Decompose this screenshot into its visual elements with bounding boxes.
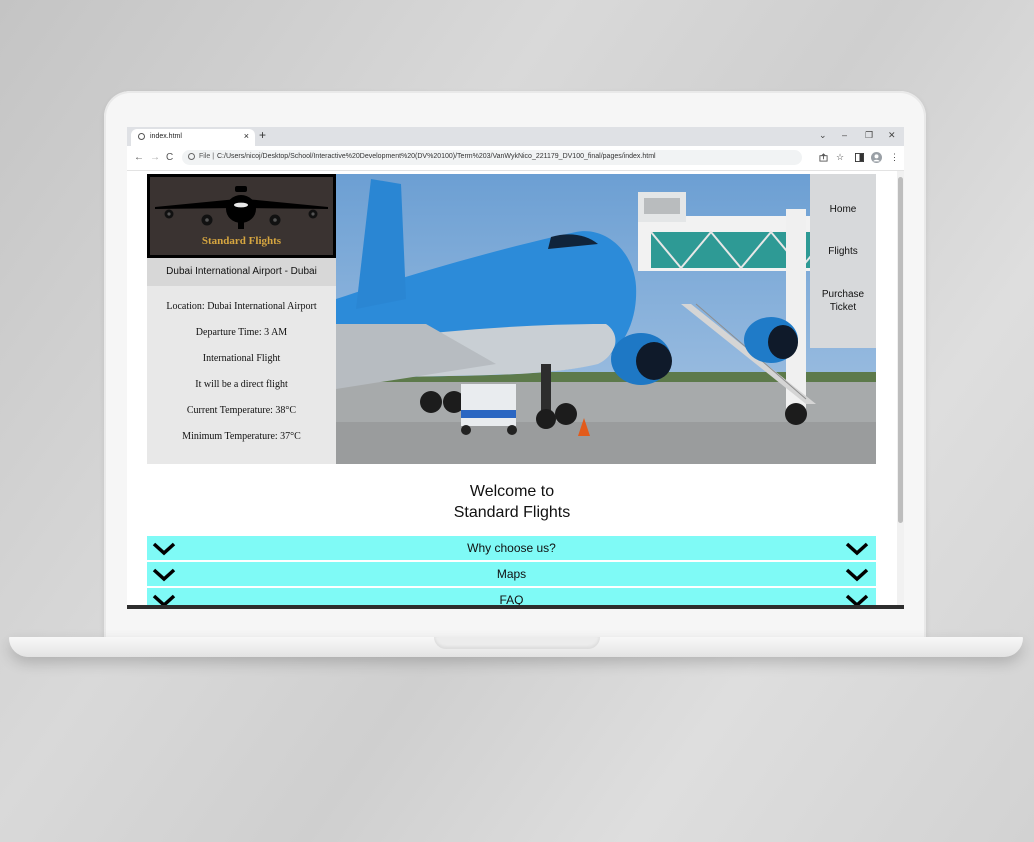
tab-title: index.html <box>150 133 182 140</box>
browser-tab[interactable]: index.html × <box>131 129 255 146</box>
window-close-icon[interactable]: ✕ <box>888 130 896 141</box>
nav-flights[interactable]: Flights <box>810 246 876 257</box>
scrollbar-thumb[interactable] <box>898 177 903 523</box>
flight-type: International Flight <box>202 353 281 364</box>
accordion-maps[interactable]: Maps <box>147 562 876 586</box>
hero-airplane-image <box>336 174 876 464</box>
share-icon[interactable] <box>819 153 828 162</box>
welcome-heading: Welcome to Standard Flights <box>127 481 897 523</box>
nav-purchase-line2: Ticket <box>829 302 857 313</box>
nav-home[interactable]: Home <box>810 204 876 215</box>
browser-tabstrip: index.html × + ⌄ – ❐ ✕ <box>127 127 904 146</box>
restore-icon[interactable]: ❐ <box>865 130 873 141</box>
minimum-temperature: Minimum Temperature: 37°C <box>182 431 301 442</box>
welcome-line1: Welcome to <box>469 483 555 500</box>
bookmark-star-icon[interactable]: ☆ <box>836 152 844 163</box>
globe-icon <box>138 133 145 140</box>
taskbar-strip <box>127 605 904 609</box>
profile-icon[interactable] <box>871 152 882 163</box>
chevron-down-icon <box>845 568 869 582</box>
menu-kebab-icon[interactable]: ⋮ <box>890 152 899 163</box>
page-viewport: Standard Flights Dubai International Air… <box>127 171 897 609</box>
airplane-icon <box>155 186 328 229</box>
file-scheme-label: File | <box>199 153 215 160</box>
current-temperature: Current Temperature: 38°C <box>186 405 297 416</box>
laptop-screen: index.html × + ⌄ – ❐ ✕ ← → C File | C:/U… <box>127 127 904 609</box>
accordion-label: Maps <box>496 567 527 581</box>
flight-location: Location: Dubai International Airport <box>166 301 317 312</box>
accordion-why-choose-us[interactable]: Why choose us? <box>147 536 876 560</box>
flight-direct: It will be a direct flight <box>195 379 288 390</box>
main-nav: Home Flights Purchase Ticket <box>810 174 876 348</box>
site-logo[interactable]: Standard Flights <box>147 174 336 258</box>
info-icon[interactable] <box>188 153 195 160</box>
url-text[interactable]: C:/Users/nicoj/Desktop/School/Interactiv… <box>217 153 656 160</box>
logo-text: Standard Flights <box>201 235 282 247</box>
browser-addressbar: ← → C File | C:/Users/nicoj/Desktop/Scho… <box>127 146 904 171</box>
flight-info-panel: Location: Dubai International Airport De… <box>147 286 336 464</box>
nav-purchase-ticket[interactable]: Purchase Ticket <box>810 288 876 314</box>
laptop-notch <box>434 637 600 649</box>
reload-icon[interactable]: C <box>166 152 173 163</box>
flight-departure-time: Departure Time: 3 AM <box>195 327 288 338</box>
url-bar[interactable]: File | C:/Users/nicoj/Desktop/School/Int… <box>182 150 802 165</box>
side-panel-icon[interactable] <box>855 153 864 162</box>
welcome-line2: Standard Flights <box>453 504 571 521</box>
nav-purchase-line1: Purchase <box>821 289 865 300</box>
back-icon[interactable]: ← <box>134 152 144 163</box>
chevron-down-icon <box>845 542 869 556</box>
airport-heading: Dubai International Airport - Dubai <box>147 258 336 286</box>
new-tab-button[interactable]: + <box>259 128 266 142</box>
accordion-label: Why choose us? <box>467 541 556 555</box>
minimize-icon[interactable]: – <box>842 130 847 140</box>
forward-icon[interactable]: → <box>150 152 160 163</box>
close-tab-icon[interactable]: × <box>244 131 249 141</box>
page-scrollbar[interactable] <box>897 171 904 609</box>
tab-search-icon[interactable]: ⌄ <box>819 130 827 141</box>
